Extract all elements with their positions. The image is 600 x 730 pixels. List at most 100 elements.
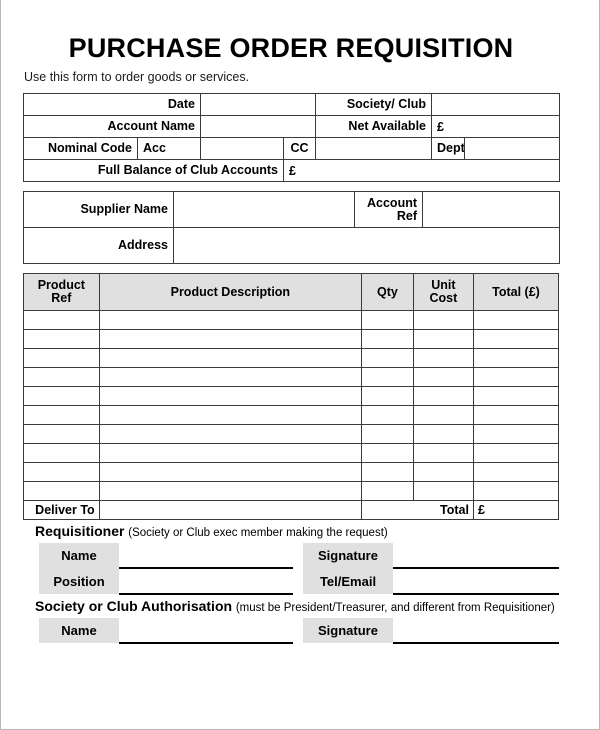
total-field[interactable]: £ (472, 500, 560, 521)
dept-field[interactable] (464, 137, 560, 161)
item-cell-total[interactable] (472, 481, 560, 502)
item-cell-product-ref[interactable] (23, 424, 100, 445)
item-cell-product-description[interactable] (98, 348, 363, 369)
table-row-requisitioner-name: Name Signature (23, 543, 559, 570)
item-cell-product-ref[interactable] (23, 348, 100, 369)
authorisation-table: Name Signature (23, 618, 559, 645)
society-club-field[interactable] (431, 93, 560, 117)
requisitioner-heading-label: Requisitioner (35, 523, 125, 540)
items-footer-body: Deliver To Total £ (23, 500, 560, 521)
item-cell-unit-cost[interactable] (412, 481, 474, 502)
items-header-row: Product Ref Product Description Qty Unit… (23, 273, 560, 312)
authorisation-signature-field[interactable] (393, 618, 559, 645)
item-cell-product-ref[interactable] (23, 443, 100, 464)
authorisation-name-field[interactable] (119, 618, 293, 645)
item-cell-qty[interactable] (361, 386, 414, 407)
deliver-to-label: Deliver To (23, 500, 100, 521)
column-header-unit-cost: Unit Cost (412, 273, 474, 312)
item-cell-product-description[interactable] (98, 405, 363, 426)
item-cell-product-ref[interactable] (23, 329, 100, 350)
account-ref-label: Account Ref (354, 191, 423, 229)
items-table: Product Ref Product Description Qty Unit… (23, 273, 560, 521)
item-cell-unit-cost[interactable] (412, 367, 474, 388)
item-cell-unit-cost[interactable] (412, 348, 474, 369)
item-cell-total[interactable] (472, 443, 560, 464)
cc-field[interactable] (315, 137, 432, 161)
item-cell-product-ref[interactable] (23, 405, 100, 426)
table-row-address: Address (23, 227, 560, 265)
table-row-nominal-code: Nominal Code Acc CC Dept (23, 137, 560, 161)
item-cell-total[interactable] (472, 329, 560, 350)
item-cell-product-ref[interactable] (23, 481, 100, 502)
item-cell-product-ref[interactable] (23, 462, 100, 483)
item-cell-product-description[interactable] (98, 367, 363, 388)
item-cell-product-description[interactable] (98, 424, 363, 445)
item-cell-unit-cost[interactable] (412, 443, 474, 464)
item-cell-product-ref[interactable] (23, 310, 100, 331)
date-field[interactable] (200, 93, 316, 117)
table-row (23, 348, 560, 369)
item-cell-product-description[interactable] (98, 462, 363, 483)
table-row (23, 481, 560, 502)
item-cell-total[interactable] (472, 386, 560, 407)
item-cell-qty[interactable] (361, 405, 414, 426)
requisitioner-position-field[interactable] (119, 568, 293, 596)
item-cell-unit-cost[interactable] (412, 424, 474, 445)
item-cell-qty[interactable] (361, 310, 414, 331)
requisitioner-signature-field[interactable] (393, 543, 559, 570)
item-cell-unit-cost[interactable] (412, 329, 474, 350)
table-row (23, 443, 560, 464)
supplier-name-field[interactable] (173, 191, 355, 229)
account-ref-field[interactable] (422, 191, 560, 229)
form-content: PURCHASE ORDER REQUISITION Use this form… (23, 0, 560, 645)
supplier-name-label: Supplier Name (23, 191, 174, 229)
column-header-total: Total (£) (472, 273, 560, 312)
item-cell-product-description[interactable] (98, 481, 363, 502)
item-cell-total[interactable] (472, 367, 560, 388)
item-cell-product-description[interactable] (98, 310, 363, 331)
item-cell-total[interactable] (472, 462, 560, 483)
item-cell-unit-cost[interactable] (412, 405, 474, 426)
authorisation-heading-label: Society or Club Authorisation (35, 598, 233, 615)
supplier-table: Supplier Name Account Ref Address (23, 191, 560, 265)
table-row (23, 462, 560, 483)
net-available-field[interactable]: £ (431, 115, 560, 139)
item-cell-qty[interactable] (361, 348, 414, 369)
item-cell-qty[interactable] (361, 443, 414, 464)
item-cell-product-ref[interactable] (23, 367, 100, 388)
items-footer-row: Deliver To Total £ (23, 500, 560, 521)
item-cell-product-description[interactable] (98, 329, 363, 350)
item-cell-qty[interactable] (361, 462, 414, 483)
item-cell-total[interactable] (472, 348, 560, 369)
requisitioner-tel-email-field[interactable] (393, 568, 559, 596)
address-field[interactable] (173, 227, 560, 265)
table-row (23, 386, 560, 407)
item-cell-total[interactable] (472, 405, 560, 426)
item-cell-unit-cost[interactable] (412, 386, 474, 407)
acc-field[interactable] (200, 137, 284, 161)
table-row-supplier-name: Supplier Name Account Ref (23, 191, 560, 229)
item-cell-total[interactable] (472, 424, 560, 445)
item-cell-unit-cost[interactable] (412, 310, 474, 331)
item-cell-unit-cost[interactable] (412, 462, 474, 483)
requisitioner-position-label: Position (39, 568, 119, 595)
item-cell-product-description[interactable] (98, 386, 363, 407)
deliver-to-field[interactable] (98, 500, 363, 521)
item-cell-qty[interactable] (361, 424, 414, 445)
item-cell-qty[interactable] (361, 329, 414, 350)
spacer-cell (23, 543, 39, 568)
item-cell-qty[interactable] (361, 367, 414, 388)
table-row (23, 329, 560, 350)
item-cell-product-description[interactable] (98, 443, 363, 464)
table-row (23, 424, 560, 445)
page-title: PURCHASE ORDER REQUISITION (68, 33, 514, 63)
acc-label: Acc (137, 137, 201, 161)
item-cell-product-ref[interactable] (23, 386, 100, 407)
item-cell-qty[interactable] (361, 481, 414, 502)
requisitioner-name-field[interactable] (119, 543, 293, 570)
account-name-field[interactable] (200, 115, 316, 139)
full-balance-field[interactable]: £ (283, 159, 560, 183)
column-header-product-ref: Product Ref (23, 273, 100, 312)
requisitioner-signature-label: Signature (303, 543, 393, 569)
item-cell-total[interactable] (472, 310, 560, 331)
